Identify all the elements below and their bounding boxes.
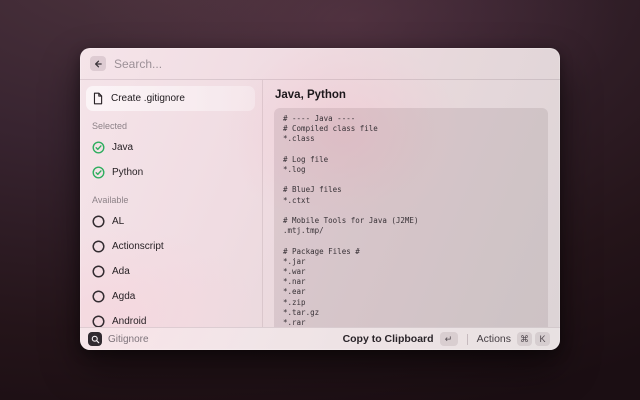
check-circle-icon <box>92 166 105 179</box>
sidebar-item-create-gitignore[interactable]: Create .gitignore <box>86 86 255 111</box>
search-input[interactable] <box>114 57 550 71</box>
sidebar-item-label: Actionscript <box>112 241 164 252</box>
section-title-available: Available <box>92 194 255 206</box>
sidebar-item-ada[interactable]: Ada <box>86 259 255 284</box>
empty-circle-icon <box>92 290 105 303</box>
sidebar-item-label: Ada <box>112 266 130 277</box>
back-button[interactable] <box>90 56 106 71</box>
footer-divider <box>467 334 468 345</box>
sidebar-item-label: AL <box>112 216 124 227</box>
copy-to-clipboard-label: Copy to Clipboard <box>343 333 434 345</box>
command-key-icon: ⌘ <box>517 332 532 346</box>
action-bar: Gitignore Copy to Clipboard ↵ Actions ⌘ … <box>80 327 560 350</box>
footer-actions: Copy to Clipboard ↵ Actions ⌘ K <box>343 332 550 346</box>
actions-label: Actions <box>477 333 511 345</box>
sidebar-item-label: Python <box>112 167 143 178</box>
empty-circle-icon <box>92 315 105 327</box>
k-key: K <box>535 332 550 346</box>
actions-shortcut: ⌘ K <box>517 332 550 346</box>
gitignore-app-icon <box>88 332 102 346</box>
search-bar <box>80 48 560 80</box>
content-area: Create .gitignore Selected Java <box>80 80 560 327</box>
detail-title: Java, Python <box>275 89 548 101</box>
check-circle-icon <box>92 141 105 154</box>
detail-panel: Java, Python # ---- Java ---- # Compiled… <box>263 80 560 327</box>
empty-circle-icon <box>92 265 105 278</box>
sidebar-item-label: Java <box>112 142 133 153</box>
desktop-background: Create .gitignore Selected Java <box>0 0 640 400</box>
sidebar-item-actionscript[interactable]: Actionscript <box>86 234 255 259</box>
sidebar: Create .gitignore Selected Java <box>80 80 263 327</box>
copy-to-clipboard-button[interactable]: Copy to Clipboard ↵ <box>343 332 458 346</box>
sidebar-item-label: Android <box>112 316 146 327</box>
sidebar-item-python[interactable]: Python <box>86 160 255 185</box>
actions-button[interactable]: Actions ⌘ K <box>477 332 550 346</box>
extension-name: Gitignore <box>108 334 149 345</box>
enter-key-icon: ↵ <box>440 332 458 346</box>
sidebar-item-label: Agda <box>112 291 135 302</box>
launcher-window: Create .gitignore Selected Java <box>80 48 560 350</box>
create-gitignore-label: Create .gitignore <box>111 93 185 104</box>
gitignore-preview[interactable]: # ---- Java ---- # Compiled class file *… <box>274 108 548 327</box>
extension-chip: Gitignore <box>88 332 149 346</box>
empty-circle-icon <box>92 240 105 253</box>
sidebar-item-agda[interactable]: Agda <box>86 284 255 309</box>
sidebar-item-android[interactable]: Android <box>86 309 255 327</box>
arrow-left-icon <box>93 59 103 69</box>
document-icon <box>92 92 104 105</box>
sidebar-item-java[interactable]: Java <box>86 135 255 160</box>
empty-circle-icon <box>92 215 105 228</box>
section-title-selected: Selected <box>92 120 255 132</box>
sidebar-item-al[interactable]: AL <box>86 209 255 234</box>
gitignore-code: # ---- Java ---- # Compiled class file *… <box>283 114 539 327</box>
